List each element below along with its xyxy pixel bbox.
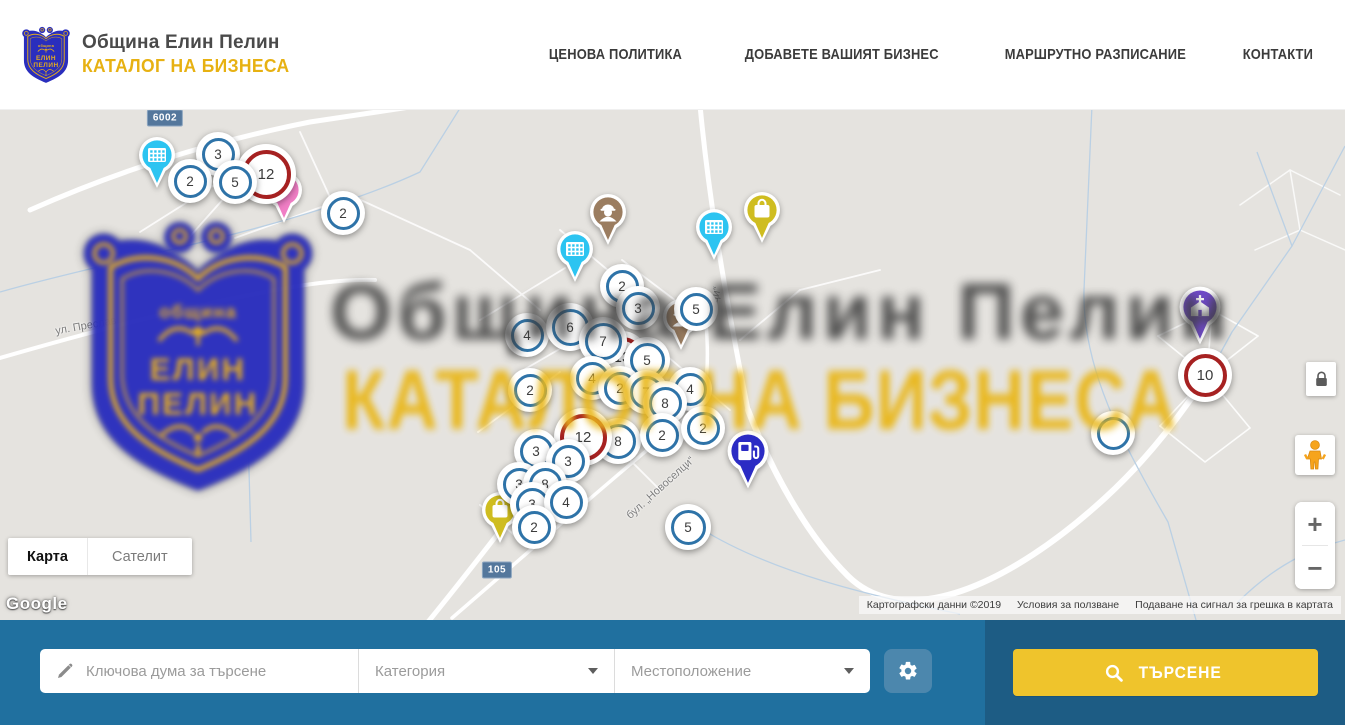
lock-icon — [1315, 371, 1328, 387]
map-cluster[interactable]: 2 — [321, 191, 365, 235]
cluster-count: 5 — [680, 293, 713, 326]
map-type-satellite-button[interactable]: Сателит — [87, 538, 192, 575]
cluster-count: 5 — [219, 166, 252, 199]
search-controls: Категория Местоположение — [40, 649, 932, 693]
lock-button[interactable] — [1306, 362, 1336, 396]
svg-text:ПЕЛИН: ПЕЛИН — [33, 62, 58, 69]
location-select[interactable]: Местоположение — [614, 649, 870, 693]
cluster-count: 4 — [550, 486, 583, 519]
municipality-crest-icon: община ЕЛИН ПЕЛИН — [22, 25, 70, 85]
nav-item-pricing[interactable]: ЦЕНОВА ПОЛИТИКА — [538, 46, 693, 63]
attribution-data: Картографски данни ©2019 — [867, 599, 1001, 611]
map-attribution: Картографски данни ©2019 Условия за полз… — [859, 596, 1341, 614]
chevron-down-icon — [844, 668, 854, 674]
cluster-count: 3 — [622, 292, 655, 325]
cluster-count: 2 — [518, 511, 551, 544]
brand-subtitle: КАТАЛОГ НА БИЗНЕСА — [82, 56, 290, 77]
cluster-count: 2 — [514, 374, 547, 407]
search-submit-label: ТЪРСЕНЕ — [1138, 663, 1221, 683]
map-canvas[interactable]: 6002105 ул. Преславбул. „Новоселци“лци“ — [0, 110, 1345, 620]
search-icon — [1105, 664, 1123, 682]
attribution-report-link[interactable]: Подаване на сигнал за грешка в картата — [1135, 599, 1333, 611]
search-bar-right-panel: ТЪРСЕНЕ — [985, 620, 1345, 725]
markers-layer: 321252235461375242748812223338342510 — [0, 110, 1345, 620]
cluster-count: 2 — [327, 197, 360, 230]
map-cluster[interactable]: 4 — [505, 313, 549, 357]
header: община ЕЛИН ПЕЛИН Община Елин Пелин КАТА… — [0, 0, 1345, 110]
nav-item-route-schedule[interactable]: МАРШРУТНО РАЗПИСАНИЕ — [990, 46, 1201, 63]
nav-item-add-business[interactable]: ДОБАВЕТЕ ВАШИЯТ БИЗНЕС — [729, 46, 954, 63]
search-submit-button[interactable]: ТЪРСЕНЕ — [1013, 649, 1318, 696]
zoom-out-button[interactable]: − — [1295, 546, 1335, 589]
map-pin-worker[interactable] — [586, 191, 630, 247]
pegman-icon — [1304, 440, 1326, 470]
keyword-input[interactable] — [86, 663, 346, 680]
map-cluster[interactable]: 10 — [1178, 348, 1232, 402]
brand-title: Община Елин Пелин — [82, 32, 296, 54]
map-cluster[interactable]: 5 — [674, 287, 718, 331]
keyword-field — [40, 649, 358, 693]
map-cluster[interactable]: 2 — [512, 505, 556, 549]
street-view-pegman-button[interactable] — [1295, 435, 1335, 475]
zoom-in-button[interactable]: + — [1295, 502, 1335, 545]
map-cluster[interactable]: 2 — [168, 159, 212, 203]
nav-item-contacts[interactable]: КОНТАКТИ — [1237, 46, 1319, 63]
cluster-count: 2 — [687, 412, 720, 445]
advanced-search-gear-button[interactable] — [884, 649, 932, 693]
svg-text:община: община — [38, 43, 55, 47]
map-cluster[interactable] — [1091, 411, 1135, 455]
cluster-count: 2 — [174, 165, 207, 198]
map-pin-church[interactable] — [1175, 283, 1225, 347]
map-cluster[interactable]: 5 — [665, 504, 711, 550]
map-pin-bag[interactable] — [740, 189, 784, 245]
category-value: Категория — [375, 663, 445, 680]
cluster-count: 10 — [1184, 354, 1227, 397]
cluster-count: 2 — [646, 419, 679, 452]
map-pin-fuel[interactable] — [723, 427, 773, 491]
zoom-control: + − — [1295, 502, 1335, 589]
cluster-count: 4 — [511, 319, 544, 352]
map-cluster[interactable]: 2 — [681, 406, 725, 450]
map-type-map-button[interactable]: Карта — [8, 538, 87, 575]
pencil-icon — [56, 662, 74, 680]
brand-logo[interactable]: община ЕЛИН ПЕЛИН Община Елин Пелин КАТА… — [22, 25, 296, 85]
map-cluster[interactable]: 2 — [508, 368, 552, 412]
search-bar: ТЪРСЕНЕ Категория Местоположение — [0, 620, 1345, 725]
svg-text:ЕЛИН: ЕЛИН — [36, 54, 56, 61]
google-logo[interactable]: Google — [6, 594, 68, 614]
search-fields: Категория Местоположение — [40, 649, 870, 693]
cluster-count: 7 — [585, 323, 622, 360]
location-value: Местоположение — [631, 663, 751, 680]
gear-icon — [897, 660, 919, 682]
cluster-count — [1097, 417, 1130, 450]
page: община ЕЛИН ПЕЛИН Община Елин Пелин КАТА… — [0, 0, 1345, 725]
map-cluster[interactable]: 2 — [640, 413, 684, 457]
map-cluster[interactable]: 5 — [213, 160, 257, 204]
map-pin-factory[interactable] — [692, 206, 736, 262]
attribution-terms-link[interactable]: Условия за ползване — [1017, 599, 1119, 611]
map-type-control: Карта Сателит — [8, 538, 192, 575]
map-cluster[interactable]: 3 — [616, 286, 660, 330]
main-nav: ЦЕНОВА ПОЛИТИКА ДОБАВЕТЕ ВАШИЯТ БИЗНЕС М… — [538, 46, 1319, 63]
chevron-down-icon — [588, 668, 598, 674]
category-select[interactable]: Категория — [358, 649, 614, 693]
cluster-count: 5 — [671, 510, 706, 545]
